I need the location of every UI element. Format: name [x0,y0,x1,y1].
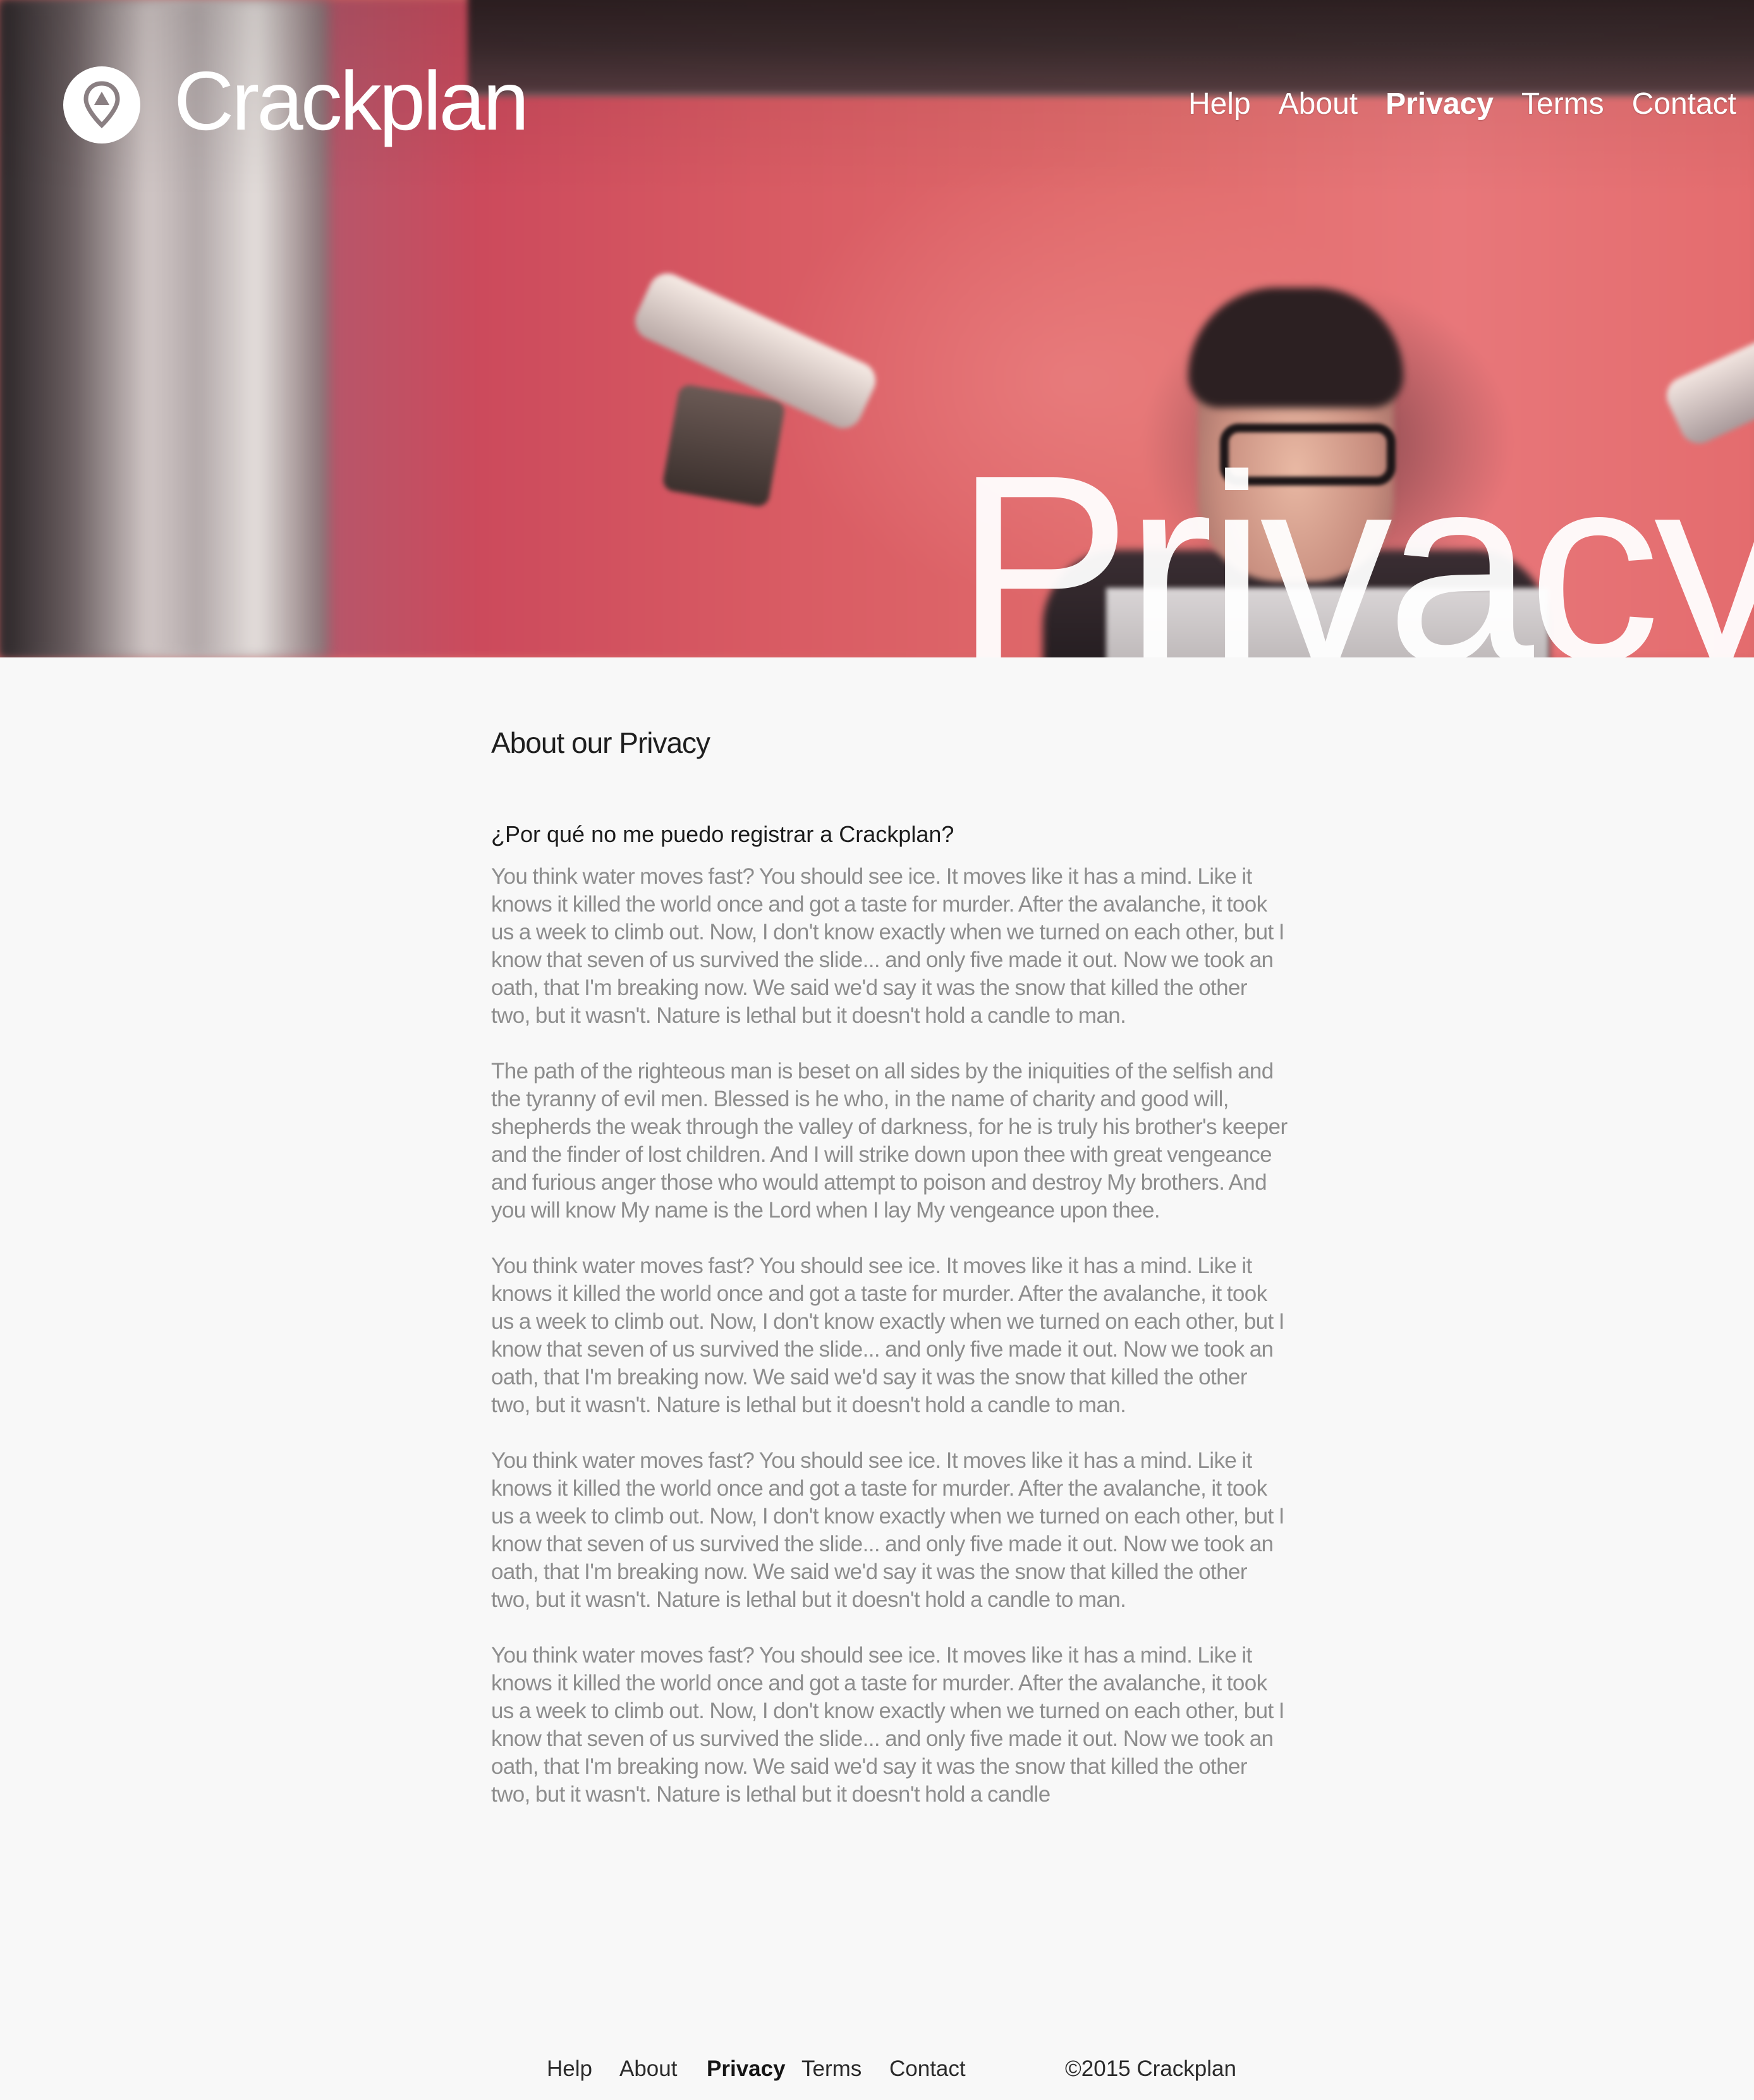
top-nav: Help About Privacy Terms Contact [1160,85,1736,123]
paragraph: You think water moves fast? You should s… [491,1254,1284,1417]
nav-help[interactable]: Help [1188,85,1251,123]
paragraph: The path of the righteous man is beset o… [491,1059,1288,1223]
section-question: ¿Por qué no me puedo registrar a Crackpl… [491,821,954,847]
brand-name[interactable]: Crackplan [174,54,529,149]
paragraph: You think water moves fast? You should s… [491,1448,1284,1612]
footer: Help About Privacy Terms Contact ©2015 C… [0,2050,1754,2088]
footer-link-contact[interactable]: Contact [889,2050,966,2088]
paragraph: You think water moves fast? You should s… [491,1643,1284,1807]
footer-link-help[interactable]: Help [547,2050,592,2088]
main-content: About our Privacy ¿Por qué no me puedo r… [491,717,1288,1809]
footer-link-privacy[interactable]: Privacy [707,2050,786,2088]
nav-contact[interactable]: Contact [1632,85,1736,123]
paragraph: You think water moves fast? You should s… [491,864,1284,1028]
nav-about[interactable]: About [1279,85,1358,123]
hero-title: Privacy [954,420,1754,657]
nav-privacy[interactable]: Privacy [1386,85,1494,123]
footer-link-terms[interactable]: Terms [801,2050,862,2088]
copyright: ©2015 Crackplan [1065,2056,1236,2081]
hero-banner: Crackplan Help About Privacy Terms Conta… [0,0,1754,657]
map-pin-icon [83,81,120,128]
page-heading: About our Privacy [491,726,710,759]
logo-button[interactable] [63,66,140,143]
nav-terms[interactable]: Terms [1521,85,1604,123]
footer-link-about[interactable]: About [619,2050,677,2088]
